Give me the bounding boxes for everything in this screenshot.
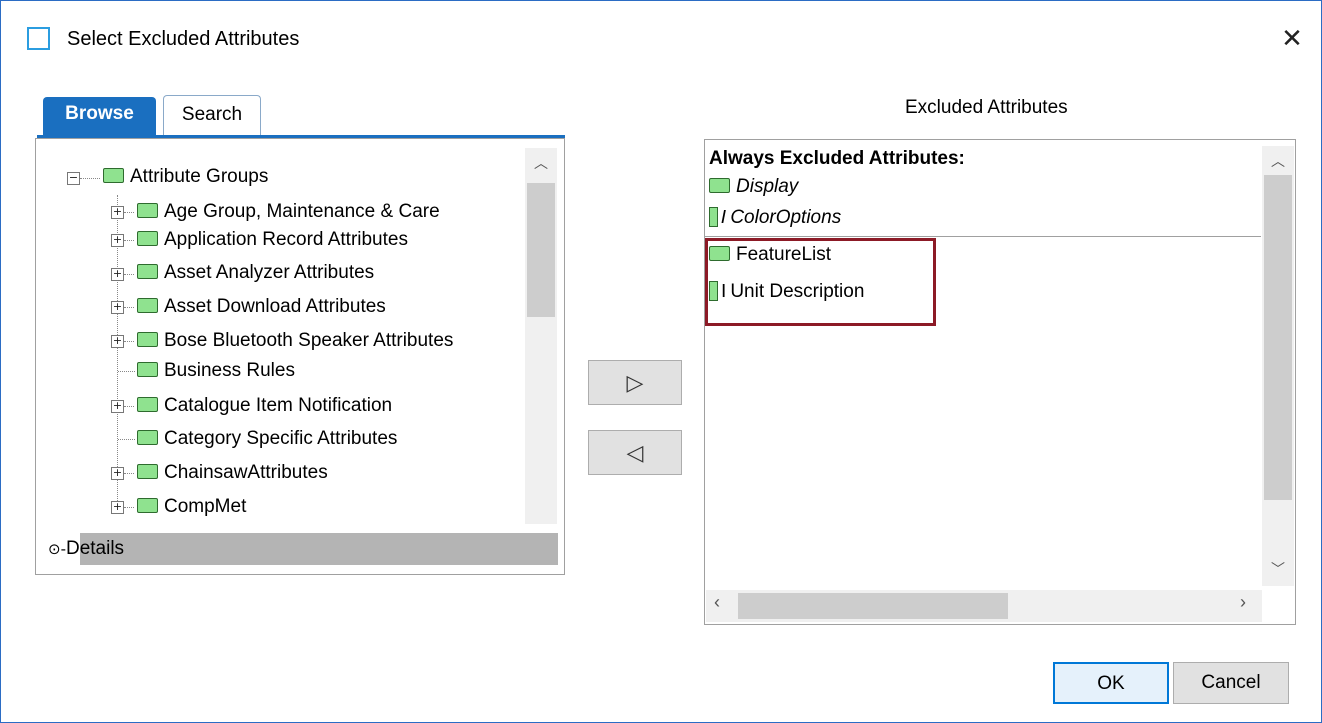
- folder-icon: [103, 168, 124, 184]
- tree-connector: [124, 240, 134, 241]
- expand-icon[interactable]: +: [111, 400, 124, 413]
- tree-item-label: Age Group, Maintenance & Care: [164, 201, 440, 222]
- collapse-icon[interactable]: −: [67, 172, 80, 185]
- folder-icon: [137, 264, 158, 280]
- tree-item-label: Asset Analyzer Attributes: [164, 262, 375, 283]
- tree-item-label: Application Record Attributes: [164, 229, 408, 250]
- tree-connector: [118, 371, 135, 372]
- tree-item[interactable]: Asset Download Attributes: [137, 293, 386, 321]
- tree-connector: [124, 507, 134, 508]
- tree-item[interactable]: Asset Analyzer Attributes: [137, 259, 374, 287]
- folder-icon: [137, 332, 158, 348]
- tree-item-label: CompMet: [164, 496, 247, 517]
- excluded-scroll-thumb[interactable]: [1264, 175, 1292, 500]
- tree-connector: [124, 341, 134, 342]
- tree-item[interactable]: Age Group, Maintenance & Care: [137, 198, 440, 226]
- scroll-down-icon[interactable]: ﹀: [1262, 554, 1294, 584]
- details-label: Details: [65, 538, 125, 559]
- tree-item-label: Business Rules: [164, 360, 295, 381]
- tree-connector: [118, 439, 135, 440]
- details-bar[interactable]: [80, 533, 558, 565]
- tree-connector: [124, 307, 134, 308]
- tree-item[interactable]: Category Specific Attributes: [137, 425, 397, 453]
- remove-button[interactable]: ◁: [588, 430, 682, 475]
- tree-item-label: ChainsawAttributes: [164, 462, 328, 483]
- tree-item-label: Bose Bluetooth Speaker Attributes: [164, 330, 454, 351]
- cancel-button[interactable]: Cancel: [1173, 662, 1289, 704]
- tree-item[interactable]: ChainsawAttributes: [137, 459, 328, 487]
- folder-icon: [137, 231, 158, 247]
- tab-search[interactable]: Search: [163, 95, 261, 135]
- tree-connector: [124, 473, 134, 474]
- excluded-title: Excluded Attributes: [905, 97, 1068, 118]
- expand-icon[interactable]: +: [111, 234, 124, 247]
- tree-item[interactable]: Business Rules: [137, 357, 295, 385]
- tree-item[interactable]: CompMet: [137, 493, 246, 521]
- tree-connector: [124, 212, 134, 213]
- scroll-right-icon[interactable]: ›: [1240, 592, 1246, 613]
- expand-icon[interactable]: +: [111, 301, 124, 314]
- expand-icon[interactable]: +: [111, 467, 124, 480]
- text-cursor-icon: Ι: [721, 207, 727, 228]
- folder-icon: [137, 498, 158, 514]
- always-excluded-header: Always Excluded Attributes:: [709, 148, 965, 169]
- tree-item[interactable]: Catalogue Item Notification: [137, 392, 392, 420]
- details-toggle[interactable]: ⊙-Details: [48, 538, 124, 560]
- tree-root-label: Attribute Groups: [130, 166, 269, 187]
- scroll-left-icon[interactable]: ‹: [714, 592, 720, 613]
- folder-icon: [137, 362, 158, 378]
- expand-icon[interactable]: +: [111, 268, 124, 281]
- excluded-hscroll-thumb[interactable]: [738, 593, 1008, 619]
- expand-arrow-icon: ⊙-: [48, 540, 66, 558]
- expand-icon[interactable]: +: [111, 335, 124, 348]
- attribute-icon: [709, 207, 718, 227]
- folder-icon: [709, 178, 730, 194]
- add-button[interactable]: ▷: [588, 360, 682, 405]
- folder-icon: [137, 397, 158, 413]
- tree-root[interactable]: Attribute Groups: [103, 163, 268, 191]
- folder-icon: [137, 430, 158, 446]
- highlight-box: [705, 238, 936, 326]
- item-label: Display: [736, 176, 799, 197]
- window-icon: [27, 27, 50, 50]
- scroll-up-icon[interactable]: ︿: [525, 148, 557, 178]
- expand-icon[interactable]: +: [111, 206, 124, 219]
- tree-item[interactable]: Application Record Attributes: [137, 226, 408, 254]
- expand-icon[interactable]: +: [111, 501, 124, 514]
- folder-icon: [137, 298, 158, 314]
- tree-item[interactable]: Bose Bluetooth Speaker Attributes: [137, 327, 453, 355]
- separator: [705, 236, 1261, 237]
- tree-item-label: Category Specific Attributes: [164, 428, 398, 449]
- tree-item-label: Asset Download Attributes: [164, 296, 386, 317]
- tree-scroll-thumb[interactable]: [527, 183, 555, 317]
- item-label: ColorOptions: [730, 207, 842, 229]
- folder-icon: [137, 464, 158, 480]
- dialog-title: Select Excluded Attributes: [67, 28, 300, 50]
- tree-item-label: Catalogue Item Notification: [164, 395, 393, 416]
- folder-icon: [137, 203, 158, 219]
- ok-button[interactable]: OK: [1053, 662, 1169, 704]
- tree-connector: [124, 406, 134, 407]
- close-icon[interactable]: ✕: [1276, 22, 1308, 54]
- always-excluded-item: Ι ColorOptions: [709, 204, 841, 232]
- tree-connector: [124, 274, 134, 275]
- always-excluded-item: Display: [709, 173, 798, 201]
- tree-connector: [80, 178, 100, 179]
- scroll-up-icon[interactable]: ︿: [1262, 146, 1294, 176]
- tab-browse[interactable]: Browse: [43, 97, 156, 135]
